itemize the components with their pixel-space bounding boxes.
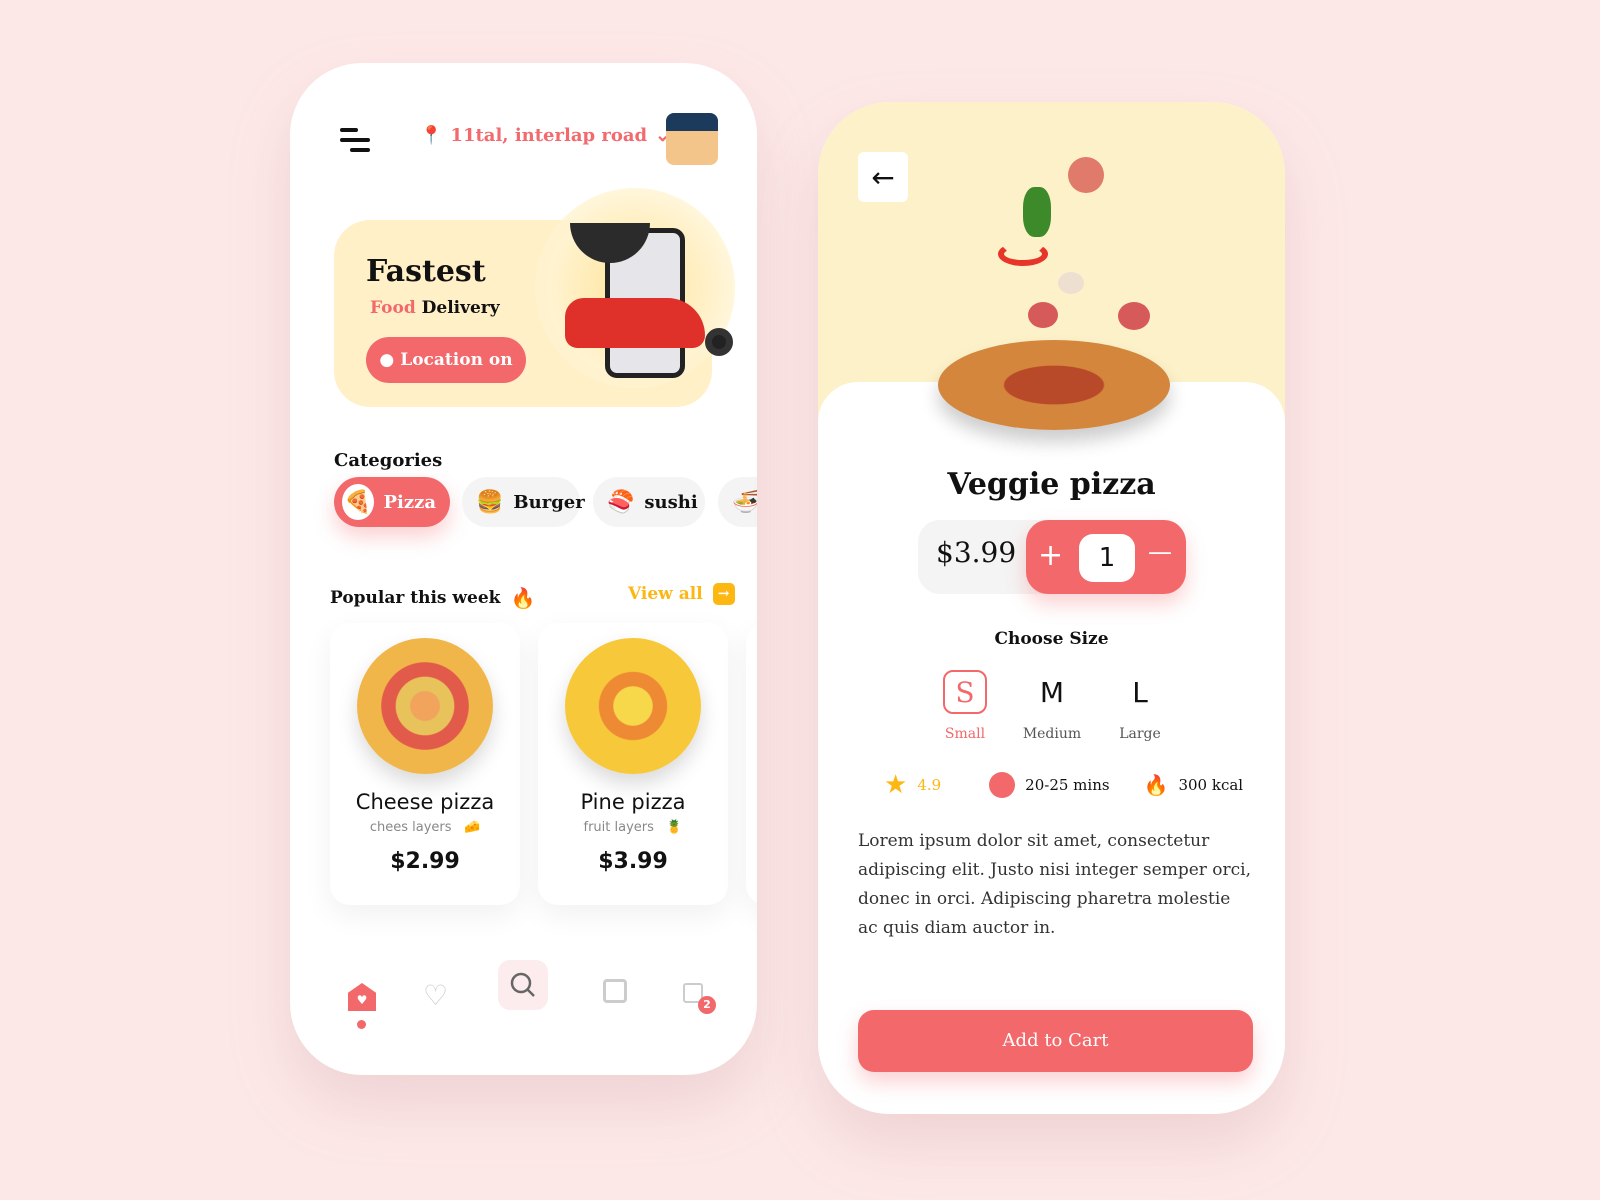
noodles-icon: 🍜 — [732, 489, 757, 515]
active-indicator — [357, 1020, 366, 1029]
store-icon[interactable] — [603, 979, 627, 1003]
size-label: Large — [1119, 726, 1161, 742]
button-label: Location on — [400, 350, 513, 370]
location-text: 11tal, interlap road — [450, 125, 648, 146]
pine-pizza-image — [565, 638, 701, 774]
prep-time: 20-25 mins — [1025, 776, 1110, 794]
search-icon — [510, 972, 535, 997]
pin-icon: 📍 — [420, 125, 443, 146]
search-button[interactable] — [498, 960, 548, 1010]
item-name: Cheese pizza — [355, 790, 495, 814]
view-all-label: View all — [628, 584, 703, 604]
location-selector[interactable]: 📍 11tal, interlap road ⌄ — [420, 125, 670, 146]
size-title: Choose Size — [994, 629, 1109, 649]
quantity-stepper: + 1 — — [1026, 520, 1186, 594]
size-label: Small — [944, 726, 986, 742]
pizza-image — [938, 340, 1170, 430]
home-screen: 📍 11tal, interlap road ⌄ Fastest Food De… — [290, 63, 757, 1075]
back-button[interactable]: ← — [858, 152, 908, 202]
arrow-right-icon: → — [712, 583, 735, 605]
toppings-illustration — [968, 152, 1150, 332]
sushi-icon: 🍣 — [607, 489, 635, 515]
banner-accent: Food — [370, 298, 416, 318]
category-noodles[interactable]: 🍜 — [718, 477, 757, 527]
pin-icon: ● — [379, 350, 395, 370]
cheese-icon: 🧀 — [463, 820, 481, 835]
detail-screen: ← Veggie pizza $3.99 + 1 — Choose Size S… — [818, 102, 1285, 1114]
cart-badge: 2 — [698, 996, 716, 1014]
banner-subtitle: Delivery — [421, 298, 500, 318]
quantity-value[interactable]: 1 — [1079, 534, 1135, 582]
category-pizza[interactable]: 🍕 Pizza — [334, 477, 450, 527]
food-card-partial[interactable] — [746, 623, 757, 905]
category-burger[interactable]: 🍔 Burger — [462, 477, 585, 527]
home-icon[interactable]: ♥ — [348, 983, 376, 1011]
product-description: Lorem ipsum dolor sit amet, consectetur … — [858, 831, 1252, 938]
pineapple-icon: 🍍 — [666, 820, 683, 835]
avatar[interactable] — [666, 113, 718, 165]
category-label: sushi — [644, 491, 698, 513]
category-sushi[interactable]: 🍣 sushi — [593, 477, 705, 527]
popular-title: Popular this week — [330, 588, 501, 608]
banner-title: Fastest — [366, 254, 486, 289]
item-name: Pine pizza — [580, 790, 686, 814]
size-letter: M — [1039, 675, 1065, 709]
add-to-cart-button[interactable]: Add to Cart — [858, 1010, 1253, 1072]
pizza-icon: 🍕 — [342, 484, 374, 520]
item-price: $3.99 — [598, 849, 668, 874]
size-label: Medium — [1022, 726, 1082, 742]
category-label: Pizza — [383, 491, 436, 513]
calories: 300 kcal — [1178, 776, 1244, 794]
fire-icon: 🔥 — [510, 586, 536, 610]
location-on-button[interactable]: ● Location on — [366, 337, 526, 383]
size-letter: S — [943, 670, 987, 714]
size-small[interactable]: S Small — [935, 670, 995, 742]
food-card[interactable]: Cheese pizza chees layers 🧀 $2.99 — [330, 623, 520, 905]
decrement-button[interactable]: — — [1148, 538, 1172, 566]
burger-icon: 🍔 — [476, 489, 504, 515]
food-card[interactable]: Pine pizza fruit layers 🍍 $3.99 — [538, 623, 728, 905]
size-large[interactable]: L Large — [1110, 670, 1170, 743]
cheese-pizza-image — [357, 638, 493, 774]
star-icon: ★ — [884, 770, 908, 800]
arrow-left-icon: ← — [871, 160, 895, 194]
item-desc: chees layers — [369, 820, 452, 835]
size-letter: L — [1132, 675, 1148, 709]
item-desc: fruit layers — [583, 820, 654, 835]
increment-button[interactable]: + — [1038, 538, 1063, 573]
view-all-link[interactable]: View all → — [628, 583, 735, 605]
heart-icon[interactable]: ♡ — [423, 979, 448, 1012]
fire-icon: 🔥 — [1143, 773, 1169, 797]
clock-icon — [989, 772, 1016, 798]
rating: 4.9 — [917, 776, 942, 794]
delivery-illustration — [535, 188, 735, 388]
bottom-nav: ♥ ♡ 2 — [290, 960, 757, 1033]
category-label: Burger — [513, 491, 585, 513]
categories-title: Categories — [334, 450, 443, 471]
menu-icon[interactable] — [340, 128, 370, 158]
product-title: Veggie pizza — [947, 467, 1156, 502]
item-price: $2.99 — [390, 849, 460, 874]
size-medium[interactable]: M Medium — [1022, 670, 1082, 743]
